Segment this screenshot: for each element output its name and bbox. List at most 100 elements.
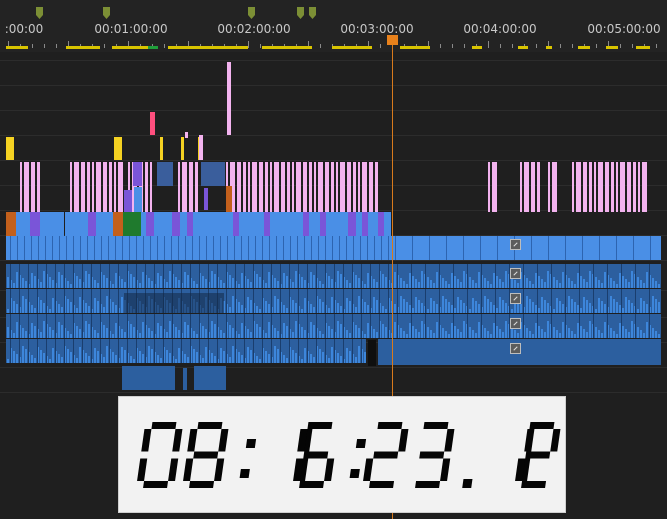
video-clip[interactable] (181, 137, 184, 160)
video-clip[interactable] (378, 212, 384, 236)
video-clip[interactable] (296, 162, 301, 212)
video-clip[interactable] (118, 162, 123, 212)
video-clip[interactable] (87, 162, 90, 212)
video-clip[interactable] (265, 162, 268, 212)
video-clip[interactable] (6, 236, 661, 260)
video-clip[interactable] (195, 162, 198, 212)
video-clip[interactable] (264, 212, 270, 236)
video-clip[interactable] (348, 212, 356, 236)
video-clip[interactable] (96, 162, 101, 212)
video-clip[interactable] (114, 137, 122, 160)
video-clip[interactable] (252, 162, 257, 212)
video-clip[interactable] (583, 162, 587, 212)
video-clip[interactable] (103, 162, 107, 212)
video-clip[interactable] (270, 162, 272, 212)
video-clip[interactable] (340, 162, 345, 212)
timeline-ruler[interactable]: :00:00 00:01:00:00 00:02:00:00 00:03:00:… (0, 0, 667, 52)
video-clip[interactable] (353, 162, 356, 212)
video-clip[interactable] (88, 212, 96, 236)
audio-clip[interactable] (122, 366, 175, 390)
audio-gap[interactable] (368, 340, 376, 366)
effect-icon[interactable] (510, 239, 521, 250)
video-clip[interactable] (226, 186, 232, 212)
video-clip[interactable] (31, 162, 35, 212)
video-clip[interactable] (172, 212, 180, 236)
video-clip[interactable] (303, 212, 309, 236)
video-clip[interactable] (199, 135, 203, 160)
effect-icon[interactable] (510, 268, 521, 279)
video-clip[interactable] (145, 162, 148, 212)
video-clip[interactable] (620, 162, 625, 212)
video-clip[interactable] (30, 212, 40, 236)
video-clip[interactable] (309, 162, 312, 212)
video-clip[interactable] (314, 162, 316, 212)
video-clip[interactable] (598, 162, 603, 212)
video-clip[interactable] (248, 162, 250, 212)
video-clip[interactable] (589, 162, 592, 212)
video-clip[interactable] (572, 162, 574, 212)
video-clip[interactable] (16, 212, 64, 236)
video-clip[interactable] (627, 162, 631, 212)
video-clip[interactable] (325, 162, 329, 212)
video-clip[interactable] (227, 62, 231, 135)
playhead-handle[interactable] (387, 35, 398, 45)
video-clip[interactable] (259, 162, 263, 212)
video-clip[interactable] (189, 162, 193, 212)
video-clip[interactable] (81, 162, 85, 212)
video-clip[interactable] (201, 162, 225, 186)
video-clip[interactable] (638, 162, 640, 212)
marker-flag-icon[interactable] (297, 7, 304, 19)
marker-flag-icon[interactable] (248, 7, 255, 19)
video-clip[interactable] (185, 132, 188, 138)
video-clip[interactable] (160, 137, 163, 160)
video-clip[interactable] (157, 162, 173, 186)
effect-icon[interactable] (510, 293, 521, 304)
video-clip[interactable] (548, 162, 550, 212)
video-clip[interactable] (274, 162, 279, 212)
video-clip[interactable] (287, 162, 290, 212)
video-clip[interactable] (150, 112, 155, 135)
video-clip[interactable] (531, 162, 535, 212)
effect-icon[interactable] (510, 318, 521, 329)
video-clip[interactable] (362, 212, 368, 236)
video-clip[interactable] (552, 162, 557, 212)
audio-clip[interactable] (6, 339, 366, 363)
video-clip[interactable] (233, 212, 239, 236)
video-clip[interactable] (204, 188, 208, 210)
video-clip[interactable] (362, 162, 367, 212)
video-clip[interactable] (369, 162, 373, 212)
video-clip[interactable] (292, 162, 294, 212)
video-clip[interactable] (123, 212, 141, 236)
video-clip[interactable] (178, 162, 180, 212)
video-clip[interactable] (237, 162, 241, 212)
video-clip[interactable] (576, 162, 581, 212)
video-clip[interactable] (303, 162, 307, 212)
clip-selection[interactable] (124, 293, 224, 313)
video-clip[interactable] (524, 162, 529, 212)
video-clip[interactable] (109, 162, 112, 212)
video-clip[interactable] (134, 187, 142, 212)
video-clip[interactable] (114, 162, 116, 212)
video-clip[interactable] (92, 162, 94, 212)
audio-clip[interactable] (183, 368, 187, 390)
video-clip[interactable] (133, 162, 142, 186)
video-clip[interactable] (594, 162, 596, 212)
video-clip[interactable] (520, 162, 522, 212)
video-clip[interactable] (70, 162, 72, 212)
video-clip[interactable] (633, 162, 636, 212)
video-clip[interactable] (6, 137, 14, 160)
video-clip[interactable] (74, 162, 79, 212)
audio-clip[interactable] (194, 366, 226, 390)
marker-flag-icon[interactable] (103, 7, 110, 19)
video-clip[interactable] (150, 162, 152, 212)
video-clip[interactable] (358, 162, 360, 212)
video-clip[interactable] (24, 162, 29, 212)
video-clip[interactable] (611, 162, 614, 212)
video-clip[interactable] (113, 212, 123, 236)
video-clip[interactable] (616, 162, 618, 212)
video-clip[interactable] (642, 162, 647, 212)
video-clip[interactable] (537, 162, 540, 212)
video-clip[interactable] (336, 162, 338, 212)
video-clip[interactable] (243, 162, 246, 212)
video-clip[interactable] (124, 190, 132, 212)
